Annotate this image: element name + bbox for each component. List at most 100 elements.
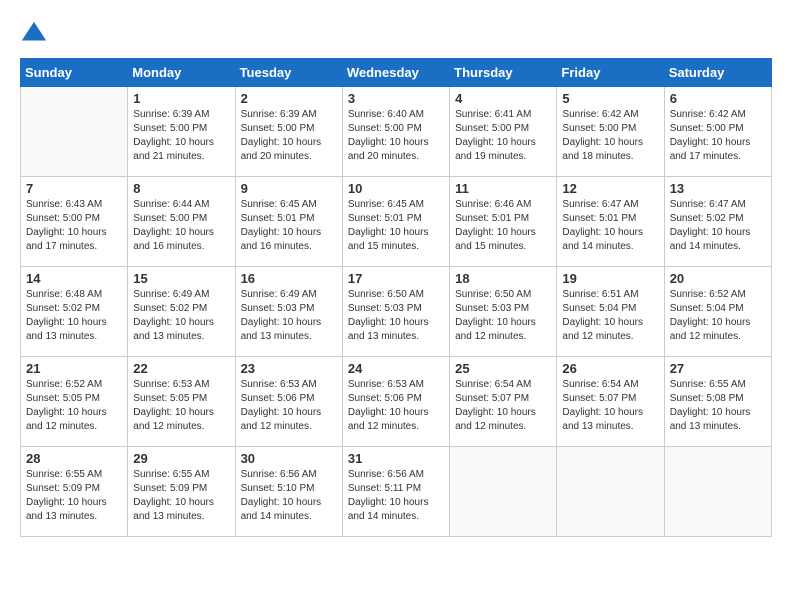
calendar-day-cell: 18 Sunrise: 6:50 AM Sunset: 5:03 PM Dayli… xyxy=(450,267,557,357)
calendar-day-cell: 2 Sunrise: 6:39 AM Sunset: 5:00 PM Daylig… xyxy=(235,87,342,177)
day-info: Sunrise: 6:43 AM Sunset: 5:00 PM Dayligh… xyxy=(26,198,122,254)
day-info: Sunrise: 6:55 AM Sunset: 5:09 PM Dayligh… xyxy=(26,468,122,524)
day-info: Sunrise: 6:41 AM Sunset: 5:00 PM Dayligh… xyxy=(455,108,551,164)
calendar-day-cell: 12Sunrise: 6:47 AM Sunset: 5:01 PM Dayli… xyxy=(557,177,664,267)
day-number: 2 xyxy=(241,91,337,106)
calendar-day-cell: 22Sunrise: 6:53 AM Sunset: 5:05 PM Dayli… xyxy=(128,357,235,447)
day-number: 8 xyxy=(133,181,229,196)
day-number: 29 xyxy=(133,451,229,466)
day-number: 5 xyxy=(562,91,658,106)
day-info: Sunrise: 6:52 AM Sunset: 5:05 PM Dayligh… xyxy=(26,378,122,434)
day-info: Sunrise: 6:56 AM Sunset: 5:11 PM Dayligh… xyxy=(348,468,444,524)
day-info: Sunrise: 6:47 AM Sunset: 5:02 PM Dayligh… xyxy=(670,198,766,254)
calendar-day-cell: 30Sunrise: 6:56 AM Sunset: 5:10 PM Dayli… xyxy=(235,447,342,537)
page-header xyxy=(20,20,772,48)
day-number: 11 xyxy=(455,181,551,196)
calendar-week-row: 28 Sunrise: 6:55 AM Sunset: 5:09 PM Dayli… xyxy=(21,447,772,537)
day-info: Sunrise: 6:44 AM Sunset: 5:00 PM Dayligh… xyxy=(133,198,229,254)
calendar-body: 1 Sunrise: 6:39 AM Sunset: 5:00 PM Daylig… xyxy=(21,87,772,537)
calendar-day-cell: 13 Sunrise: 6:47 AM Sunset: 5:02 PM Dayli… xyxy=(664,177,771,267)
day-info: Sunrise: 6:54 AM Sunset: 5:07 PM Dayligh… xyxy=(455,378,551,434)
calendar-week-row: 7 Sunrise: 6:43 AM Sunset: 5:00 PM Daylig… xyxy=(21,177,772,267)
calendar-week-row: 1 Sunrise: 6:39 AM Sunset: 5:00 PM Daylig… xyxy=(21,87,772,177)
calendar-day-cell: 25 Sunrise: 6:54 AM Sunset: 5:07 PM Dayli… xyxy=(450,357,557,447)
calendar-day-cell: 19 Sunrise: 6:51 AM Sunset: 5:04 PM Dayli… xyxy=(557,267,664,357)
day-number: 9 xyxy=(241,181,337,196)
day-info: Sunrise: 6:55 AM Sunset: 5:09 PM Dayligh… xyxy=(133,468,229,524)
day-number: 16 xyxy=(241,271,337,286)
weekday-header-cell: Saturday xyxy=(664,59,771,87)
calendar-day-cell xyxy=(450,447,557,537)
calendar-day-cell: 28 Sunrise: 6:55 AM Sunset: 5:09 PM Dayli… xyxy=(21,447,128,537)
day-info: Sunrise: 6:39 AM Sunset: 5:00 PM Dayligh… xyxy=(133,108,229,164)
weekday-header-cell: Friday xyxy=(557,59,664,87)
day-info: Sunrise: 6:47 AM Sunset: 5:01 PM Dayligh… xyxy=(562,198,658,254)
day-number: 3 xyxy=(348,91,444,106)
day-number: 23 xyxy=(241,361,337,376)
day-info: Sunrise: 6:52 AM Sunset: 5:04 PM Dayligh… xyxy=(670,288,766,344)
day-number: 13 xyxy=(670,181,766,196)
calendar-day-cell xyxy=(557,447,664,537)
calendar-day-cell: 31 Sunrise: 6:56 AM Sunset: 5:11 PM Dayli… xyxy=(342,447,449,537)
day-number: 4 xyxy=(455,91,551,106)
day-info: Sunrise: 6:56 AM Sunset: 5:10 PM Dayligh… xyxy=(241,468,337,524)
day-info: Sunrise: 6:45 AM Sunset: 5:01 PM Dayligh… xyxy=(241,198,337,254)
calendar-week-row: 21 Sunrise: 6:52 AM Sunset: 5:05 PM Dayli… xyxy=(21,357,772,447)
day-info: Sunrise: 6:55 AM Sunset: 5:08 PM Dayligh… xyxy=(670,378,766,434)
calendar-day-cell: 27 Sunrise: 6:55 AM Sunset: 5:08 PM Dayli… xyxy=(664,357,771,447)
day-info: Sunrise: 6:40 AM Sunset: 5:00 PM Dayligh… xyxy=(348,108,444,164)
day-number: 20 xyxy=(670,271,766,286)
weekday-header-cell: Tuesday xyxy=(235,59,342,87)
calendar-week-row: 14 Sunrise: 6:48 AM Sunset: 5:02 PM Dayli… xyxy=(21,267,772,357)
logo xyxy=(20,20,52,48)
day-number: 25 xyxy=(455,361,551,376)
calendar-day-cell xyxy=(664,447,771,537)
calendar-day-cell: 9 Sunrise: 6:45 AM Sunset: 5:01 PM Daylig… xyxy=(235,177,342,267)
calendar-day-cell: 14 Sunrise: 6:48 AM Sunset: 5:02 PM Dayli… xyxy=(21,267,128,357)
day-number: 19 xyxy=(562,271,658,286)
calendar-day-cell: 6 Sunrise: 6:42 AM Sunset: 5:00 PM Daylig… xyxy=(664,87,771,177)
day-number: 6 xyxy=(670,91,766,106)
calendar-day-cell: 26Sunrise: 6:54 AM Sunset: 5:07 PM Dayli… xyxy=(557,357,664,447)
weekday-header-cell: Thursday xyxy=(450,59,557,87)
day-number: 15 xyxy=(133,271,229,286)
calendar-day-cell: 4 Sunrise: 6:41 AM Sunset: 5:00 PM Daylig… xyxy=(450,87,557,177)
calendar-day-cell xyxy=(21,87,128,177)
day-info: Sunrise: 6:50 AM Sunset: 5:03 PM Dayligh… xyxy=(455,288,551,344)
logo-icon xyxy=(20,20,48,48)
day-number: 7 xyxy=(26,181,122,196)
day-number: 28 xyxy=(26,451,122,466)
calendar-day-cell: 11 Sunrise: 6:46 AM Sunset: 5:01 PM Dayli… xyxy=(450,177,557,267)
weekday-header-cell: Wednesday xyxy=(342,59,449,87)
day-info: Sunrise: 6:42 AM Sunset: 5:00 PM Dayligh… xyxy=(562,108,658,164)
day-info: Sunrise: 6:42 AM Sunset: 5:00 PM Dayligh… xyxy=(670,108,766,164)
weekday-header-row: SundayMondayTuesdayWednesdayThursdayFrid… xyxy=(21,59,772,87)
day-number: 14 xyxy=(26,271,122,286)
day-info: Sunrise: 6:39 AM Sunset: 5:00 PM Dayligh… xyxy=(241,108,337,164)
day-number: 31 xyxy=(348,451,444,466)
day-info: Sunrise: 6:46 AM Sunset: 5:01 PM Dayligh… xyxy=(455,198,551,254)
day-info: Sunrise: 6:48 AM Sunset: 5:02 PM Dayligh… xyxy=(26,288,122,344)
calendar-day-cell: 15Sunrise: 6:49 AM Sunset: 5:02 PM Dayli… xyxy=(128,267,235,357)
day-info: Sunrise: 6:51 AM Sunset: 5:04 PM Dayligh… xyxy=(562,288,658,344)
day-number: 17 xyxy=(348,271,444,286)
calendar-day-cell: 24Sunrise: 6:53 AM Sunset: 5:06 PM Dayli… xyxy=(342,357,449,447)
calendar-day-cell: 8 Sunrise: 6:44 AM Sunset: 5:00 PM Daylig… xyxy=(128,177,235,267)
day-info: Sunrise: 6:53 AM Sunset: 5:06 PM Dayligh… xyxy=(241,378,337,434)
calendar-day-cell: 10Sunrise: 6:45 AM Sunset: 5:01 PM Dayli… xyxy=(342,177,449,267)
calendar-day-cell: 17Sunrise: 6:50 AM Sunset: 5:03 PM Dayli… xyxy=(342,267,449,357)
day-number: 21 xyxy=(26,361,122,376)
day-info: Sunrise: 6:45 AM Sunset: 5:01 PM Dayligh… xyxy=(348,198,444,254)
day-number: 1 xyxy=(133,91,229,106)
day-info: Sunrise: 6:54 AM Sunset: 5:07 PM Dayligh… xyxy=(562,378,658,434)
day-number: 18 xyxy=(455,271,551,286)
calendar-day-cell: 7 Sunrise: 6:43 AM Sunset: 5:00 PM Daylig… xyxy=(21,177,128,267)
day-number: 22 xyxy=(133,361,229,376)
day-info: Sunrise: 6:49 AM Sunset: 5:03 PM Dayligh… xyxy=(241,288,337,344)
calendar-table: SundayMondayTuesdayWednesdayThursdayFrid… xyxy=(20,58,772,537)
day-number: 27 xyxy=(670,361,766,376)
calendar-day-cell: 29 Sunrise: 6:55 AM Sunset: 5:09 PM Dayli… xyxy=(128,447,235,537)
calendar-day-cell: 16 Sunrise: 6:49 AM Sunset: 5:03 PM Dayli… xyxy=(235,267,342,357)
day-info: Sunrise: 6:53 AM Sunset: 5:06 PM Dayligh… xyxy=(348,378,444,434)
calendar-day-cell: 1 Sunrise: 6:39 AM Sunset: 5:00 PM Daylig… xyxy=(128,87,235,177)
